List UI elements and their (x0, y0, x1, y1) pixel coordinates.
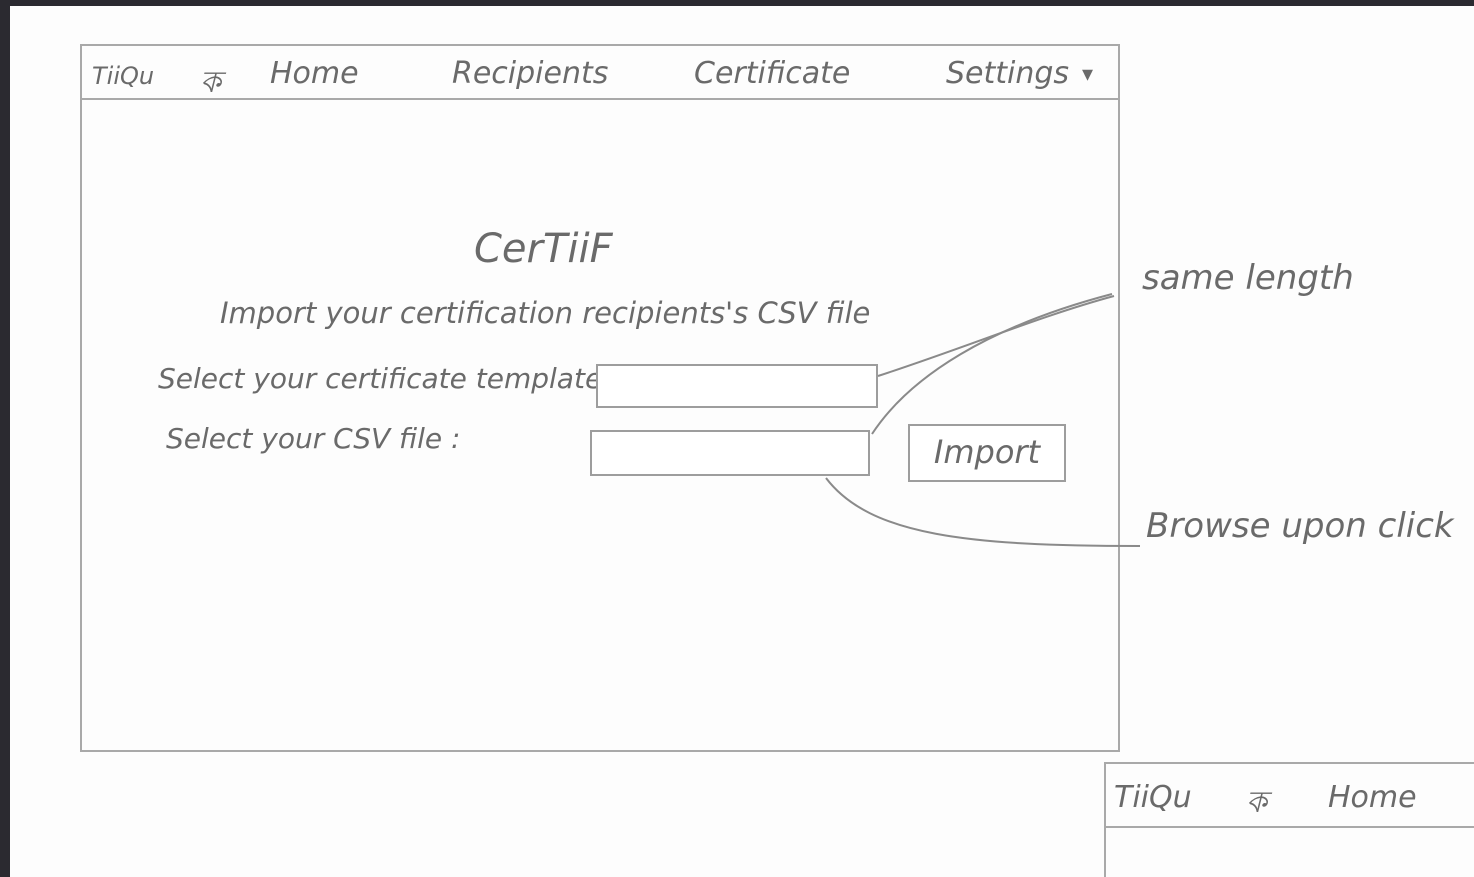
second-nav-home[interactable]: Home (1328, 780, 1417, 815)
second-logo-icon: ক (1246, 785, 1267, 820)
second-wireframe-window: TiiQu ক Home (1104, 762, 1474, 877)
annotation-same-length: same length (1142, 258, 1354, 298)
second-top-nav: TiiQu ক Home (1106, 764, 1474, 828)
second-logo-text: TiiQu (1114, 780, 1192, 815)
annotation-lines (825, 293, 1141, 547)
annotation-browse: Browse upon click (1146, 506, 1454, 546)
sketch-paper: TiiQu ক Home Recipients Certificate Sett… (10, 6, 1474, 877)
